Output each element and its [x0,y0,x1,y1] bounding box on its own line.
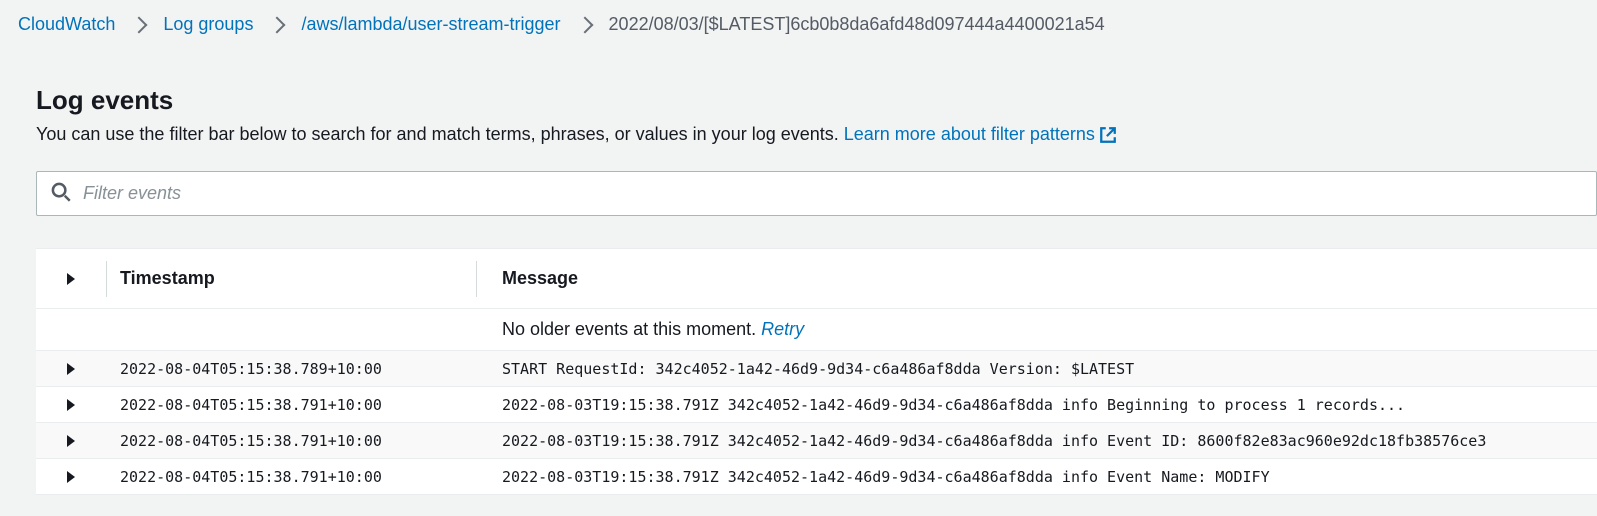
column-header-timestamp[interactable]: Timestamp [106,268,476,289]
cell-message: START RequestId: 342c4052-1a42-46d9-9d34… [476,360,1597,378]
cell-message: 2022-08-03T19:15:38.791Z 342c4052-1a42-4… [476,396,1597,414]
log-events-table: Timestamp Message No older events at thi… [36,248,1597,495]
cell-timestamp: 2022-08-04T05:15:38.791+10:00 [106,396,476,414]
expand-row-toggle[interactable] [67,435,75,447]
breadcrumb-link-log-groups[interactable]: Log groups [163,14,253,35]
filter-input[interactable] [83,183,1582,204]
cell-timestamp: 2022-08-04T05:15:38.791+10:00 [106,432,476,450]
page-title: Log events [36,85,1597,116]
breadcrumb-link-log-group-name[interactable]: /aws/lambda/user-stream-trigger [301,14,560,35]
expand-row-toggle[interactable] [67,471,75,483]
expand-all-toggle[interactable] [67,273,75,285]
table-row[interactable]: 2022-08-04T05:15:38.791+10:00 2022-08-03… [36,423,1597,459]
expand-row-toggle[interactable] [67,363,75,375]
log-events-panel: Log events You can use the filter bar be… [8,61,1597,495]
chevron-right-icon [269,16,286,33]
column-header-message[interactable]: Message [476,268,1597,289]
learn-more-link[interactable]: Learn more about filter patterns [844,124,1117,144]
table-row[interactable]: 2022-08-04T05:15:38.791+10:00 2022-08-03… [36,459,1597,495]
no-older-events-text: No older events at this moment. [502,319,761,339]
filter-bar[interactable] [36,171,1597,216]
no-older-events-row: No older events at this moment. Retry [36,309,1597,351]
external-link-icon [1099,126,1117,144]
expand-row-toggle[interactable] [67,399,75,411]
subtitle-text: You can use the filter bar below to sear… [36,124,844,144]
page-subtitle: You can use the filter bar below to sear… [36,122,1597,147]
cell-message: 2022-08-03T19:15:38.791Z 342c4052-1a42-4… [476,468,1597,486]
breadcrumb-link-cloudwatch[interactable]: CloudWatch [18,14,115,35]
breadcrumb: CloudWatch Log groups /aws/lambda/user-s… [0,0,1597,61]
search-icon [51,182,71,205]
cell-message: 2022-08-03T19:15:38.791Z 342c4052-1a42-4… [476,432,1597,450]
cell-timestamp: 2022-08-04T05:15:38.791+10:00 [106,468,476,486]
expand-all-cell [36,273,106,285]
table-row[interactable]: 2022-08-04T05:15:38.791+10:00 2022-08-03… [36,387,1597,423]
retry-link[interactable]: Retry [761,319,804,339]
table-row[interactable]: 2022-08-04T05:15:38.789+10:00 START Requ… [36,351,1597,387]
chevron-right-icon [131,16,148,33]
cell-timestamp: 2022-08-04T05:15:38.789+10:00 [106,360,476,378]
breadcrumb-current-stream: 2022/08/03/[$LATEST]6cb0b8da6afd48d09744… [609,14,1105,35]
chevron-right-icon [576,16,593,33]
table-header-row: Timestamp Message [36,249,1597,309]
